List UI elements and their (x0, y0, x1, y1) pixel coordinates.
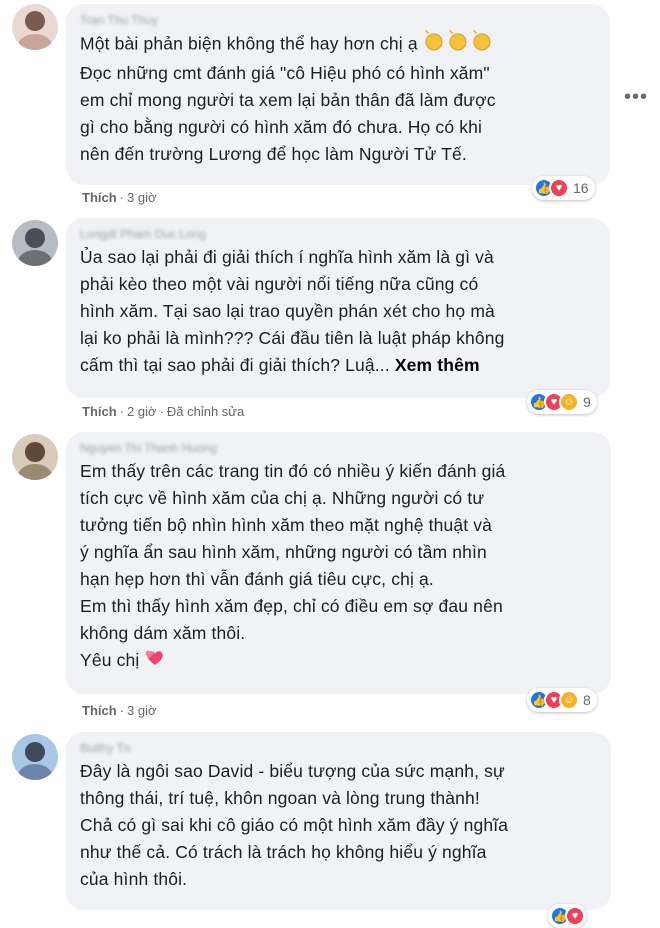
comment-bubble: Buithy Tn Đây là ngôi sao David - biểu t… (66, 732, 611, 910)
comment-line: Một bài phản biện không thể hay hơn chị … (80, 33, 418, 54)
avatar[interactable] (12, 4, 58, 50)
comment-line: Em thấy trên các trang tin đó có nhiều ý… (80, 461, 506, 481)
care-reaction-icon: ☺ (559, 690, 579, 710)
comment-meta: Thích · 3 giờ (82, 190, 157, 205)
comment-time[interactable]: 3 giờ (127, 190, 157, 205)
reaction-summary[interactable]: 👍 ♥ 16 (532, 176, 595, 200)
reaction-summary[interactable]: 👍 ♥ (548, 904, 586, 928)
avatar-photo-icon (12, 220, 58, 266)
comment-text: Em thấy trên các trang tin đó có nhiều ý… (80, 458, 597, 675)
edited-label: Đã chỉnh sửa (166, 404, 245, 419)
comment-line: Yêu chị (80, 650, 140, 670)
comment-text: Đây là ngôi sao David - biểu tượng của s… (80, 758, 597, 893)
more-options-icon[interactable]: ••• (624, 86, 648, 109)
comment-author[interactable]: Tran Thu Thuy (80, 12, 596, 28)
comment-author[interactable]: Longdt Pham Duc Long (80, 226, 596, 242)
comment-line: phải kèo theo một vài người nổi tiếng nữ… (80, 274, 479, 294)
comment-line: không dám xăm thôi. (80, 623, 246, 643)
comment-line: như thế cả. Có trách là trách họ không h… (80, 842, 487, 862)
comment-bubble: Nguyen Thi Thanh Huong Em thấy trên các … (66, 432, 611, 694)
comment-time[interactable]: 3 giờ (127, 703, 157, 718)
reaction-summary[interactable]: 👍 ♥ ☺ 9 (527, 390, 597, 414)
reaction-count: 9 (583, 394, 591, 410)
comment-text: Một bài phản biện không thể hay hơn chị … (80, 30, 596, 168)
avatar-photo-icon (12, 734, 58, 780)
comment-line: gì cho bằng người có hình xăm đó chưa. H… (80, 117, 483, 137)
reaction-summary[interactable]: 👍 ♥ ☺ 8 (527, 688, 597, 712)
comment-author[interactable]: Nguyen Thi Thanh Huong (80, 440, 597, 456)
love-reaction-icon: ♥ (549, 178, 569, 198)
love-reaction-icon: ♥ (565, 906, 585, 926)
comment-line: tích cực về hình xăm của chị ạ. Những ng… (80, 488, 485, 508)
reaction-count: 16 (573, 180, 589, 196)
avatar[interactable] (12, 220, 58, 266)
comment-author[interactable]: Buithy Tn (80, 740, 597, 756)
comment-line: lại ko phải là mình??? Cái đầu tiên là l… (80, 328, 505, 348)
comment-time[interactable]: 2 giờ (127, 404, 157, 419)
two-hearts-icon (144, 647, 166, 675)
comment-line: cấm thì tại sao phải đi giải thích? Luậ.… (80, 355, 390, 375)
comment-meta: Thích · 3 giờ (82, 703, 157, 718)
comment-line: của hình thôi. (80, 869, 188, 889)
comment-line: Em thì thấy hình xăm đẹp, chỉ có điều em… (80, 596, 503, 616)
avatar[interactable] (12, 734, 58, 780)
comment-line: thông thái, trí tuệ, khôn ngoan và lòng … (80, 788, 480, 808)
comment-line: Chả có gì sai khi cô giáo có một hình xă… (80, 815, 509, 835)
like-button[interactable]: Thích (82, 703, 117, 718)
comment-line: hình xăm. Tại sao lại trao quyền phán xé… (80, 301, 495, 321)
reaction-count: 8 (583, 692, 591, 708)
avatar[interactable] (12, 434, 58, 480)
comment-line: Ủa sao lại phải đi giải thích í nghĩa hì… (80, 247, 494, 267)
avatar-photo-icon (12, 434, 58, 480)
avatar-photo-icon (12, 4, 58, 50)
comment-text: Ủa sao lại phải đi giải thích í nghĩa hì… (80, 244, 596, 379)
comment-bubble: Longdt Pham Duc Long Ủa sao lại phải đi … (66, 218, 610, 398)
clapping-hands-icon (423, 30, 495, 60)
like-button[interactable]: Thích (82, 404, 117, 419)
comment-line: em chỉ mong người ta xem lại bản thân đã… (80, 90, 496, 110)
comment-meta: Thích · 2 giờ · Đã chỉnh sửa (82, 404, 245, 419)
comment-line: Đây là ngôi sao David - biểu tượng của s… (80, 761, 505, 781)
comment-line: hạn hẹp hơn thì vẫn đánh giá tiêu cực, c… (80, 569, 434, 589)
like-button[interactable]: Thích (82, 190, 117, 205)
comment-line: tưởng tiến bộ nhìn hình xăm theo mặt ngh… (80, 515, 493, 535)
comment-bubble: Tran Thu Thuy Một bài phản biện không th… (66, 4, 610, 185)
comment-line: Đọc những cmt đánh giá "cô Hiệu phó có h… (80, 63, 490, 83)
care-reaction-icon: ☺ (559, 392, 579, 412)
see-more-link[interactable]: Xem thêm (395, 355, 480, 375)
comment-line: ý nghĩa ẩn sau hình xăm, những người có … (80, 542, 487, 562)
comment-line: nên đến trường Lương để học làm Người Tử… (80, 144, 467, 164)
